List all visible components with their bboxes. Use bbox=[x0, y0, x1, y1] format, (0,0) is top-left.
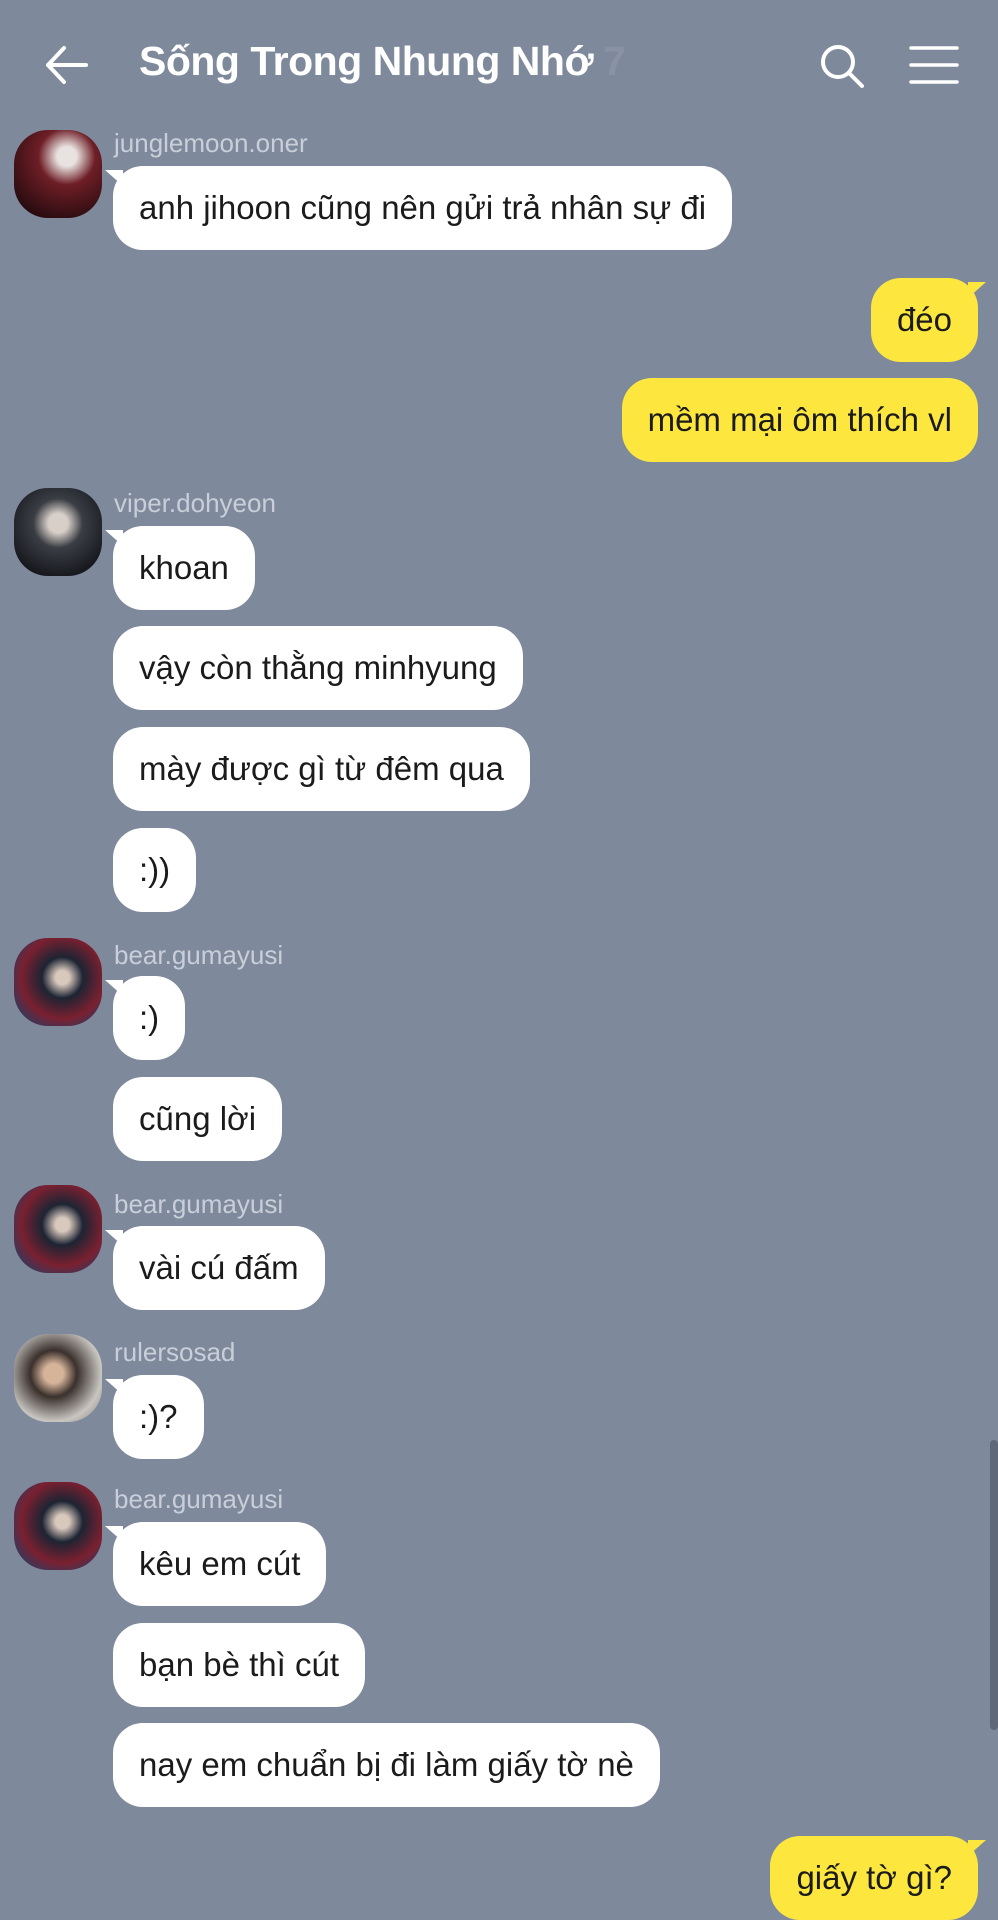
hamburger-menu-icon bbox=[909, 46, 959, 84]
avatar[interactable] bbox=[14, 488, 102, 576]
chat-title: Sống Trong Nhung Nhớ bbox=[139, 38, 594, 84]
menu-button[interactable] bbox=[908, 44, 960, 86]
search-icon bbox=[821, 45, 864, 88]
message-bubble[interactable]: khoan bbox=[105, 526, 255, 610]
sender-name[interactable]: bear.gumayusi bbox=[114, 1189, 283, 1220]
chat-header: Sống Trong Nhung Nhớ 7 bbox=[0, 0, 998, 130]
avatar[interactable] bbox=[14, 1185, 102, 1273]
avatar[interactable] bbox=[14, 1482, 102, 1570]
sender-name[interactable]: bear.gumayusi bbox=[114, 1484, 283, 1515]
message-bubble[interactable]: :)) bbox=[113, 828, 197, 912]
message-bubble[interactable]: bạn bè thì cút bbox=[113, 1623, 365, 1707]
avatar[interactable] bbox=[14, 130, 102, 218]
message-bubble[interactable]: vài cú đấm bbox=[105, 1226, 325, 1310]
sender-name[interactable]: viper.dohyeon bbox=[114, 488, 276, 519]
avatar[interactable] bbox=[14, 1334, 102, 1422]
message-bubble[interactable]: đéo bbox=[870, 278, 987, 362]
chat-title-area[interactable]: Sống Trong Nhung Nhớ 7 bbox=[139, 38, 626, 94]
avatar[interactable] bbox=[14, 938, 102, 1026]
message-bubble[interactable]: giấy tờ gì? bbox=[770, 1836, 986, 1920]
message-bubble[interactable]: :) bbox=[104, 976, 186, 1060]
message-bubble[interactable]: vậy còn thằng minhyung bbox=[113, 626, 523, 710]
message-bubble[interactable]: mày được gì từ đêm qua bbox=[113, 727, 530, 811]
arrow-left-icon bbox=[46, 46, 88, 84]
message-bubble[interactable]: cũng lời bbox=[113, 1077, 283, 1161]
message-bubble[interactable]: kêu em cút bbox=[104, 1522, 327, 1606]
back-button[interactable] bbox=[40, 40, 92, 90]
member-count: 7 bbox=[603, 38, 626, 84]
scrollbar[interactable] bbox=[990, 1440, 998, 1730]
message-bubble[interactable]: :)? bbox=[105, 1375, 204, 1459]
sender-name[interactable]: rulersosad bbox=[114, 1337, 235, 1368]
message-bubble[interactable]: mềm mại ôm thích vl bbox=[621, 378, 978, 462]
sender-name[interactable]: bear.gumayusi bbox=[114, 940, 283, 971]
search-button[interactable] bbox=[818, 42, 866, 90]
sender-name[interactable]: junglemoon.oner bbox=[114, 128, 308, 159]
message-bubble[interactable]: anh jihoon cũng nên gửi trả nhân sự đi bbox=[104, 166, 733, 250]
message-bubble[interactable]: nay em chuẩn bị đi làm giấy tờ nè bbox=[113, 1723, 660, 1807]
